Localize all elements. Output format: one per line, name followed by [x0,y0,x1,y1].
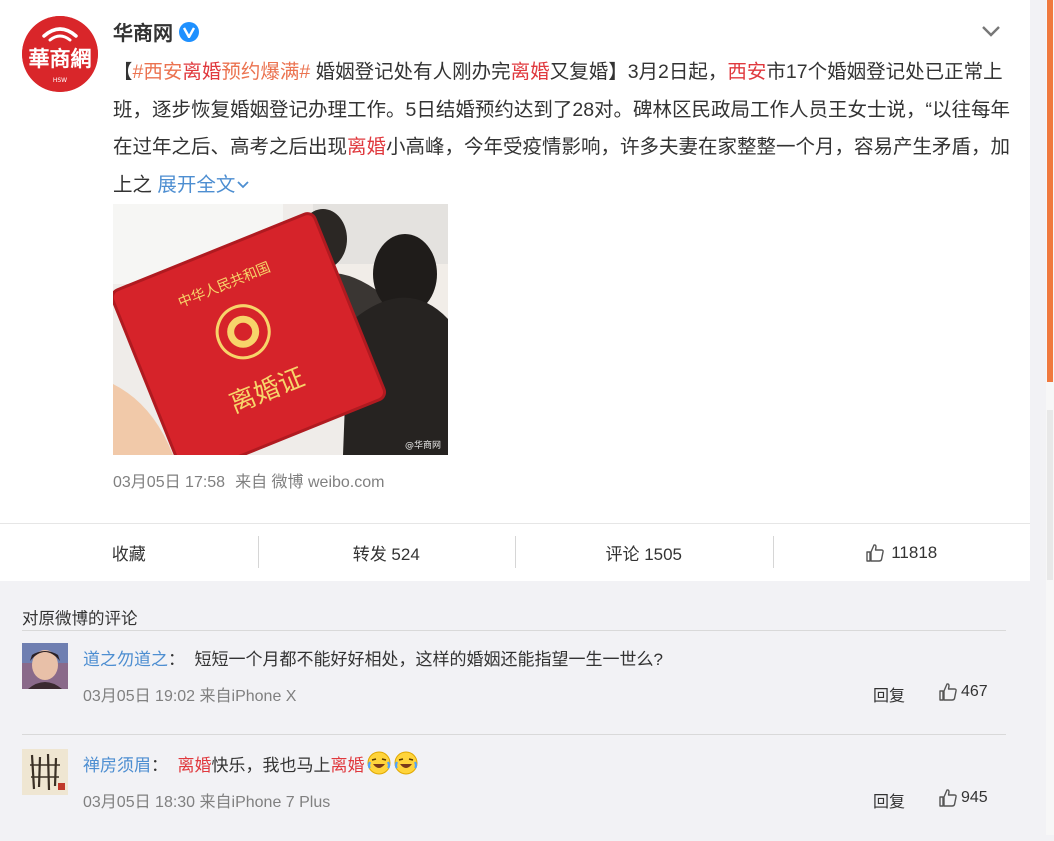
content-hot-text: 离婚 [182,61,222,83]
chevron-down-icon[interactable] [980,20,1002,42]
laugh-cry-emoji-icon [367,751,391,775]
comment-button[interactable]: 评论 1505 [515,524,773,581]
commenter-avatar[interactable] [22,643,68,689]
comment-timestamp: 03月05日 18:30 来自iPhone 7 Plus [83,794,331,811]
post-timestamp[interactable]: 03月05日 17:58 [113,468,225,492]
commenter-avatar[interactable] [22,749,68,795]
author-avatar[interactable]: 華商網 HSW [22,16,98,92]
comment-like-button[interactable]: 467 [938,682,988,702]
reply-button[interactable]: 回复 [873,682,905,706]
verified-v-icon [179,21,199,42]
post-meta: 03月05日 17:58 来自 微博 weibo.com [113,468,384,492]
post-source[interactable]: 来自 微博 weibo.com [235,468,384,492]
comment-like-count: 467 [961,683,988,700]
reply-button[interactable]: 回复 [873,788,905,812]
avatar-logo-text: 華商網 [29,46,92,71]
content-normal-text: 又复婚】3月2日起， [549,61,728,83]
comment-normal-text: 快乐，我也马上 [211,756,331,775]
chevron-down-icon [237,180,250,188]
commenter-name[interactable]: 禅房须眉 [83,756,151,775]
post-author: 华商网 [113,17,199,46]
comment-divider [22,734,1006,735]
comment-text-line: 禅房须眉： 离婚快乐，我也马上离婚 [83,751,418,776]
thumbs-up-icon [939,789,957,807]
comment-timestamp: 03月05日 19:02 来自iPhone X [83,688,297,705]
comment-item: 禅房须眉： 离婚快乐，我也马上离婚 03月05日 18:30 来自iPhone … [22,749,1006,841]
favorite-label: 收藏 [111,545,146,564]
post-action-bar: 收藏 转发 524 评论 1505 11818 [0,523,1030,581]
like-button[interactable]: 11818 [772,524,1031,581]
page-scrollbar-thumb[interactable] [1047,0,1053,382]
post-image[interactable]: 中华人民共和国 离婚证 @华商网 [113,204,448,455]
weibo-post-card: 華商網 HSW 华商网 【#西安离婚预约爆满# 婚姻登记处有人刚办完离婚又复婚】… [0,0,1030,581]
comment-label: 评论 1505 [605,545,683,564]
comment-text: 短短一个月都不能好好相处，这样的婚姻还能指望一生一世么? [194,650,663,669]
comments-divider [22,630,1006,631]
comment-text-line: 道之勿道之： 短短一个月都不能好好相处，这样的婚姻还能指望一生一世么? [83,650,663,669]
comments-section-title: 对原微博的评论 [22,610,138,628]
favorite-button[interactable]: 收藏 [0,524,258,581]
author-name[interactable]: 华商网 [113,17,173,46]
comment-like-button[interactable]: 945 [938,788,988,808]
comment-like-count: 945 [961,789,988,806]
content-topic-text[interactable]: #西安 [133,61,183,83]
like-count: 11818 [891,542,938,562]
expand-full-text-link[interactable]: 展开全文 [157,174,251,196]
content-hot-text: 离婚 [347,136,387,158]
repost-button[interactable]: 转发 524 [257,524,516,581]
comment-item: 道之勿道之： 短短一个月都不能好好相处，这样的婚姻还能指望一生一世么? 03月0… [22,643,1006,735]
content-hot-text: 西安 [727,61,767,83]
laugh-cry-emoji-icon [394,751,418,775]
image-watermark: @华商网 [405,439,441,451]
thumbs-up-icon [939,683,957,701]
content-normal-text: 婚姻登记处有人刚办完 [310,61,511,83]
commenter-name[interactable]: 道之勿道之 [83,650,168,669]
repost-label: 转发 524 [352,545,420,564]
page-scrollbar-segment [1047,410,1053,580]
content-hot-text: 离婚 [510,61,550,83]
comment-hot-text: 离婚 [330,756,365,775]
thumbs-up-icon [866,543,885,562]
svg-text:HSW: HSW [53,77,67,84]
comment-hot-text: 离婚 [177,756,212,775]
comment-text: 离婚快乐，我也马上离婚 [177,756,364,775]
content-topic-text[interactable]: 预约爆满# [221,61,310,83]
post-content: 【#西安离婚预约爆满# 婚姻登记处有人刚办完离婚又复婚】3月2日起，西安市17个… [113,54,1013,204]
content-normal-text: 【 [113,61,133,83]
